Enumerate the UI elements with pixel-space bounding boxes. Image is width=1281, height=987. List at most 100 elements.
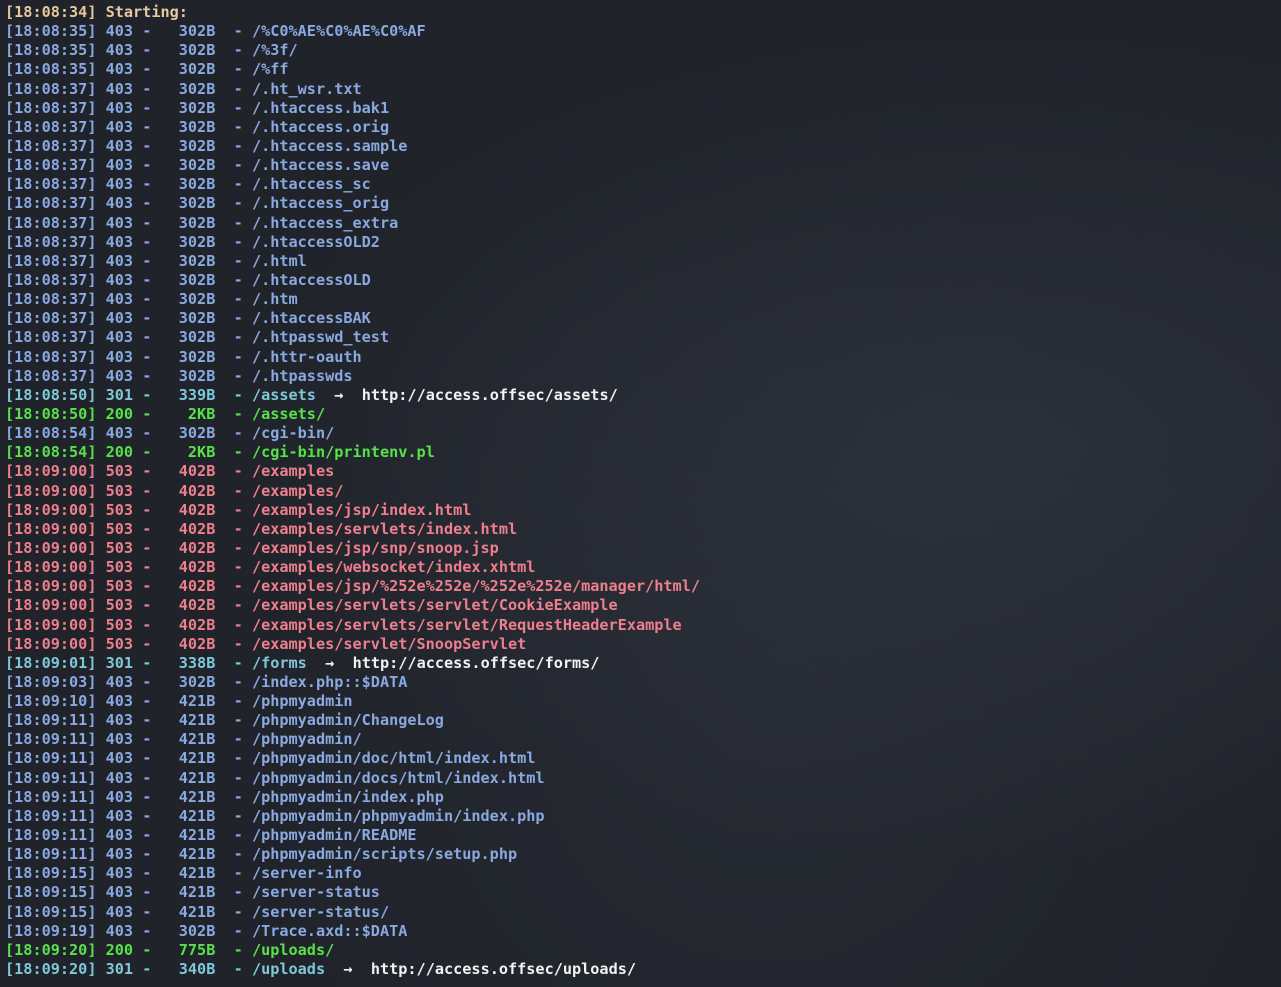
result-timestamp: 18:08:37: [14, 290, 88, 309]
result-path: /%3f/: [251, 41, 298, 60]
result-status: 403: [105, 270, 134, 289]
result-line: [18:09:11] 403 - 421B - /phpmyadmin/READ…: [5, 826, 417, 845]
terminal-output[interactable]: [18:08:34] Starting: [18:08:35] 403 - 30…: [0, 0, 1281, 987]
start-text: Starting:: [105, 3, 188, 21]
result-path: /phpmyadmin/phpmyadmin/index.php: [251, 806, 545, 825]
result-size: 402B: [160, 481, 216, 500]
result-status: 200: [105, 940, 134, 959]
result-path: /.htaccess.sample: [251, 136, 408, 155]
result-status: 200: [105, 443, 134, 462]
redirect-arrow-icon: →: [343, 960, 353, 979]
result-path: /.htaccess.orig: [251, 117, 390, 136]
result-path: /.htpasswds: [251, 366, 353, 385]
result-path: /.htaccessOLD2: [251, 232, 380, 251]
result-size: 302B: [160, 290, 216, 309]
result-status: 403: [105, 347, 134, 366]
result-line: [18:08:37] 403 - 302B - /.htaccessBAK: [5, 309, 371, 328]
result-path: /phpmyadmin/ChangeLog: [251, 711, 444, 730]
result-size: 421B: [160, 692, 216, 711]
result-path: /.ht_wsr.txt: [251, 79, 362, 98]
result-size: 421B: [160, 768, 216, 787]
result-timestamp: 18:08:37: [14, 117, 88, 136]
result-status: 403: [105, 826, 134, 845]
result-status: 403: [105, 692, 134, 711]
result-status: 301: [105, 385, 134, 404]
result-line: [18:09:15] 403 - 421B - /server-status/: [5, 902, 390, 921]
result-path: /.htaccess_extra: [251, 213, 399, 232]
result-redirect-url: http://access.offsec/uploads/: [370, 960, 637, 979]
result-status: 503: [105, 519, 134, 538]
result-timestamp: 18:09:20: [14, 940, 88, 959]
result-timestamp: 18:08:37: [14, 98, 88, 117]
result-status: 403: [105, 672, 134, 691]
start-line: [18:08:34] Starting:: [5, 3, 188, 21]
result-path: /phpmyadmin/: [251, 730, 362, 749]
result-timestamp: 18:08:37: [14, 328, 88, 347]
result-path: /examples/servlets/index.html: [251, 519, 518, 538]
result-line: [18:09:20] 301 - 340B - /uploads → http:…: [5, 960, 637, 979]
result-status: 503: [105, 596, 134, 615]
result-line: [18:09:11] 403 - 421B - /phpmyadmin/doc/…: [5, 749, 536, 768]
result-timestamp: 18:08:37: [14, 194, 88, 213]
result-timestamp: 18:08:37: [14, 309, 88, 328]
result-timestamp: 18:09:00: [14, 577, 88, 596]
result-line: [18:09:11] 403 - 421B - /phpmyadmin/scri…: [5, 845, 518, 864]
result-timestamp: 18:09:00: [14, 519, 88, 538]
result-status: 403: [105, 175, 134, 194]
result-path: /server-status/: [251, 902, 390, 921]
result-size: 302B: [160, 213, 216, 232]
result-timestamp: 18:08:37: [14, 251, 88, 270]
result-status: 301: [105, 960, 134, 979]
result-line: [18:09:10] 403 - 421B - /phpmyadmin: [5, 692, 353, 711]
result-line: [18:09:03] 403 - 302B - /index.php::$DAT…: [5, 672, 408, 691]
result-path: /uploads/: [251, 940, 335, 959]
result-status: 403: [105, 921, 134, 940]
result-timestamp: 18:09:00: [14, 500, 88, 519]
result-path: /forms: [251, 653, 307, 672]
result-status: 503: [105, 634, 134, 653]
result-size: 402B: [160, 462, 216, 481]
result-status: 403: [105, 41, 134, 60]
result-path: /phpmyadmin: [251, 692, 353, 711]
result-timestamp: 18:09:15: [14, 864, 88, 883]
result-size: 421B: [160, 730, 216, 749]
result-path: /examples/servlets/servlet/CookieExample: [251, 596, 618, 615]
result-size: 302B: [160, 309, 216, 328]
result-path: /assets: [251, 385, 316, 404]
result-line: [18:08:37] 403 - 302B - /.htaccess_sc: [5, 175, 371, 194]
result-status: 403: [105, 156, 134, 175]
result-status: 503: [105, 481, 134, 500]
result-line: [18:08:50] 200 - 2KB - /assets/: [5, 404, 326, 423]
result-line: [18:08:37] 403 - 302B - /.htaccess.sampl…: [5, 136, 408, 155]
result-size: 302B: [160, 921, 216, 940]
result-path: /index.php::$DATA: [251, 672, 408, 691]
result-status: 403: [105, 366, 134, 385]
redirect-arrow-icon: →: [334, 385, 344, 404]
result-timestamp: 18:08:37: [14, 156, 88, 175]
result-size: 302B: [160, 117, 216, 136]
result-line: [18:08:54] 403 - 302B - /cgi-bin/: [5, 424, 335, 443]
result-status: 403: [105, 98, 134, 117]
result-size: 340B: [160, 960, 216, 979]
result-size: 421B: [160, 711, 216, 730]
result-size: 302B: [160, 672, 216, 691]
result-line: [18:08:50] 301 - 339B - /assets → http:/…: [5, 385, 618, 404]
result-size: 402B: [160, 615, 216, 634]
result-status: 403: [105, 22, 134, 41]
result-size: 2KB: [160, 404, 216, 423]
result-path: /%C0%AE%C0%AE%C0%AF: [251, 22, 426, 41]
result-size: 302B: [160, 79, 216, 98]
result-status: 403: [105, 806, 134, 825]
result-status: 301: [105, 653, 134, 672]
result-timestamp: 18:09:00: [14, 615, 88, 634]
result-status: 503: [105, 558, 134, 577]
result-timestamp: 18:08:37: [14, 232, 88, 251]
scan-results: [18:08:35] 403 - 302B - /%C0%AE%C0%AE%C0…: [5, 22, 1281, 979]
result-status: 403: [105, 213, 134, 232]
result-timestamp: 18:08:54: [14, 443, 88, 462]
result-line: [18:08:35] 403 - 302B - /%ff: [5, 60, 289, 79]
result-size: 302B: [160, 194, 216, 213]
result-timestamp: 18:08:37: [14, 213, 88, 232]
result-size: 421B: [160, 883, 216, 902]
result-path: /examples/jsp/%252e%252e/%252e%252e/mana…: [251, 577, 700, 596]
